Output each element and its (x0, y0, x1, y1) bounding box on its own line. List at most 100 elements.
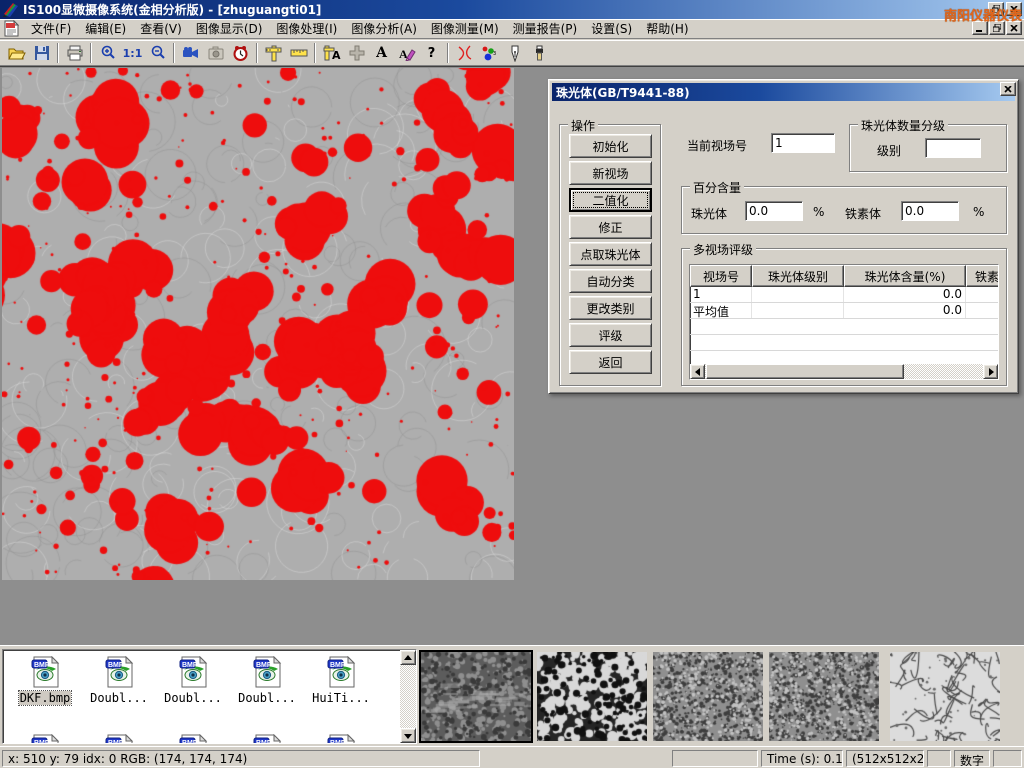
file-item[interactable]: BMPHuiTi... (305, 656, 377, 705)
measure-text-button[interactable]: A (319, 42, 344, 65)
mdi-close-button[interactable] (1006, 21, 1022, 35)
rate-button[interactable]: 评级 (569, 323, 652, 347)
zoom-out-icon (150, 45, 166, 61)
restore-button[interactable] (988, 2, 1004, 16)
table-row[interactable]: 1 0.0 (690, 287, 998, 303)
help-button[interactable]: ? (419, 42, 444, 65)
init-button[interactable]: 初始化 (569, 134, 652, 158)
correct-button[interactable]: 修正 (569, 215, 652, 239)
file-item[interactable]: BMPDoubl... (231, 656, 303, 705)
menu-edit[interactable]: 编辑(E) (78, 18, 133, 39)
ferrite-label: 铁素体 (845, 205, 881, 222)
ruler-button[interactable] (286, 42, 311, 65)
actual-size-button[interactable]: 1:1 (120, 42, 145, 65)
pearlite-dialog[interactable]: 珠光体(GB/T9441-88) 操作 初始化 新视场 二值化 修正 点取珠光体… (548, 79, 1019, 394)
file-item[interactable]: BMPDoubl... (157, 656, 229, 705)
binarize-button[interactable]: 二值化 (569, 188, 652, 212)
pick-pearlite-button[interactable]: 点取珠光体 (569, 242, 652, 266)
menu-image-process[interactable]: 图像处理(I) (269, 18, 344, 39)
print-button[interactable] (62, 42, 87, 65)
bmp-file-icon: BMP (252, 656, 282, 688)
zoom-out-button[interactable] (145, 42, 170, 65)
file-item[interactable]: BMPDKF.bmp (9, 656, 81, 705)
auto-classify-button[interactable]: 自动分类 (569, 269, 652, 293)
col-pearlite-grade[interactable]: 珠光体级别 (752, 265, 844, 287)
thumbnail-2[interactable] (537, 652, 647, 741)
grade-input[interactable] (925, 138, 981, 158)
change-class-button[interactable]: 更改类别 (569, 296, 652, 320)
file-browser-scrollbar[interactable] (400, 650, 416, 743)
document-icon[interactable] (3, 20, 20, 37)
return-button[interactable]: 返回 (569, 350, 652, 374)
file-browser[interactable]: BMPDKF.bmpBMPBMPDoubl...BMPBMPDoubl...BM… (2, 649, 417, 744)
still-capture-button[interactable] (203, 42, 228, 65)
specimen-image[interactable] (2, 68, 514, 580)
mdi-restore-button[interactable] (989, 21, 1005, 35)
menu-file[interactable]: 文件(F) (24, 18, 78, 39)
table-row[interactable]: 平均值 0.0 (690, 303, 998, 319)
phase-classify-button[interactable]: 3 (477, 42, 502, 65)
current-field-input[interactable] (771, 133, 835, 153)
timer-button[interactable] (228, 42, 253, 65)
dialog-close-button[interactable] (1000, 82, 1016, 96)
cell-content: 0.0 (844, 303, 966, 318)
ferrite-input[interactable] (901, 201, 959, 221)
menu-image-analysis[interactable]: 图像分析(A) (344, 18, 424, 39)
new-field-button[interactable]: 新视场 (569, 161, 652, 185)
file-item[interactable]: BMP (9, 734, 81, 744)
svg-text:BMP: BMP (182, 740, 198, 744)
menu-measure-report[interactable]: 测量报告(P) (506, 18, 585, 39)
scroll-left-button[interactable] (690, 364, 705, 379)
multifield-table[interactable]: 视场号 珠光体级别 珠光体含量(%) 铁素体 1 0.0 平均值 0.0 (689, 264, 999, 380)
brush-tool-button[interactable] (527, 42, 552, 65)
mdi-minimize-button[interactable] (972, 21, 988, 35)
scroll-up-button[interactable] (400, 650, 416, 665)
cell-grade (752, 303, 844, 318)
scroll-down-button[interactable] (400, 728, 416, 743)
table-horizontal-scrollbar[interactable] (690, 364, 998, 379)
menu-image-display[interactable]: 图像显示(D) (189, 18, 270, 39)
pen-tool-button[interactable] (502, 42, 527, 65)
left-arrow-icon (695, 368, 700, 376)
thumbnail-3[interactable] (653, 652, 763, 741)
grain-curve-button[interactable] (452, 42, 477, 65)
scroll-right-button[interactable] (983, 364, 998, 379)
dialog-title-bar[interactable]: 珠光体(GB/T9441-88) (552, 83, 1015, 101)
zoom-in-button[interactable] (95, 42, 120, 65)
open-button[interactable] (4, 42, 29, 65)
caliper-button[interactable] (261, 42, 286, 65)
file-item[interactable]: BMP (157, 734, 229, 744)
col-field-no[interactable]: 视场号 (690, 265, 752, 287)
bmp-file-icon: BMP (104, 656, 134, 688)
grid-cross-button[interactable] (344, 42, 369, 65)
scrollbar-track[interactable] (705, 364, 983, 379)
menu-image-measure[interactable]: 图像测量(M) (424, 18, 506, 39)
menu-bar: 文件(F) 编辑(E) 查看(V) 图像显示(D) 图像处理(I) 图像分析(A… (0, 19, 1024, 39)
text-label-button[interactable]: A (369, 42, 394, 65)
thumbnail-4[interactable] (769, 652, 879, 741)
one-to-one-icon: 1:1 (123, 47, 143, 60)
title-bar[interactable]: IS100显微摄像系统(金相分析版) - [zhuguangti01] (0, 0, 1024, 19)
file-item[interactable]: BMP (305, 734, 377, 744)
close-button[interactable] (1006, 2, 1022, 16)
svg-text:BMP: BMP (108, 740, 124, 744)
save-button[interactable] (29, 42, 54, 65)
col-pearlite-content[interactable]: 珠光体含量(%) (844, 265, 966, 287)
col-ferrite[interactable]: 铁素体 (966, 265, 999, 287)
video-capture-button[interactable] (178, 42, 203, 65)
paint-brush-icon (533, 45, 546, 62)
thumbnail-5[interactable] (890, 652, 1000, 741)
menu-help[interactable]: 帮助(H) (639, 18, 695, 39)
toolbar-separator (447, 43, 449, 63)
menu-view[interactable]: 查看(V) (133, 18, 189, 39)
file-item[interactable]: BMPDoubl... (83, 656, 155, 705)
annotate-button[interactable]: A (394, 42, 419, 65)
scrollbar-thumb[interactable] (706, 364, 904, 379)
pearlite-input[interactable] (745, 201, 803, 221)
file-item[interactable]: BMP (83, 734, 155, 744)
file-name: HuiTi... (311, 691, 371, 705)
measure-text-icon: A (323, 45, 341, 61)
file-item[interactable]: BMP (231, 734, 303, 744)
menu-settings[interactable]: 设置(S) (584, 18, 639, 39)
thumbnail-1[interactable] (421, 652, 531, 741)
